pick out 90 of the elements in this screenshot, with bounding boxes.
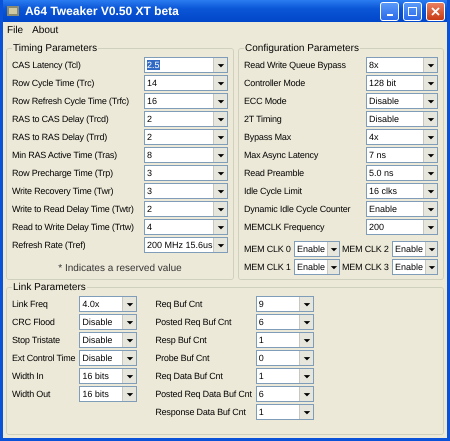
dropdown[interactable]: 1	[256, 404, 314, 420]
field-label: 2T Timing	[244, 114, 282, 124]
field-label: Width Out	[12, 389, 50, 399]
field-label: MEM CLK 0	[244, 244, 291, 254]
maximize-button[interactable]	[403, 2, 422, 20]
dropdown[interactable]: 5.0 ns	[366, 165, 438, 181]
field-label: Ext Control Time	[12, 353, 76, 363]
field-label: CAS Latency (Tcl)	[12, 60, 81, 70]
dropdown[interactable]: 14	[144, 75, 228, 91]
field-label: Posted Req Data Buf Cnt	[155, 389, 252, 399]
field-label: Req Data Buf Cnt	[155, 371, 223, 381]
field-label: Link Freq	[12, 299, 48, 309]
dropdown[interactable]: 16 clks	[366, 183, 438, 199]
field-label: Row Precharge Time (Trp)	[12, 168, 113, 178]
dropdown[interactable]: Disable	[79, 332, 138, 348]
dropdown[interactable]: 3	[144, 183, 228, 199]
menu-item[interactable]: About	[32, 25, 58, 37]
dropdown[interactable]: Disable	[79, 314, 138, 330]
dropdown[interactable]: 2	[144, 201, 228, 217]
dropdown[interactable]: 2	[144, 129, 228, 145]
field-label: RAS to CAS Delay (Trcd)	[12, 114, 109, 124]
dropdown[interactable]: 1	[256, 368, 314, 384]
field-label: MEMCLK Frequency	[244, 222, 324, 232]
dropdown[interactable]: 4x	[366, 129, 438, 145]
dropdown[interactable]: 2.5	[144, 57, 228, 73]
dropdown[interactable]: Enable	[392, 259, 438, 275]
footnote: * Indicates a reserved value	[57, 263, 183, 274]
dropdown[interactable]: Disable	[79, 350, 138, 366]
dropdown[interactable]: 6	[256, 386, 314, 402]
field-label: Row Refresh Cycle Time (Trfc)	[12, 96, 129, 106]
app-icon	[5, 3, 21, 19]
field-label: Width In	[12, 371, 44, 381]
field-label: Read to Write Delay Time (Trtw)	[12, 222, 134, 232]
group-title: Timing Parameters	[12, 43, 98, 54]
field-label: Row Cycle Time (Trc)	[12, 78, 94, 88]
dropdown[interactable]: 6	[256, 314, 314, 330]
group-title: Configuration Parameters	[244, 43, 360, 54]
maximize-icon	[408, 6, 417, 16]
field-label: Read Write Queue Bypass	[244, 60, 346, 70]
field-label: Req Buf Cnt	[155, 299, 202, 309]
dropdown[interactable]: 8x	[366, 57, 438, 73]
close-button[interactable]	[426, 2, 445, 20]
dropdown[interactable]: 4	[144, 219, 228, 235]
field-label: Idle Cycle Limit	[244, 186, 302, 196]
minimize-button[interactable]	[380, 2, 399, 20]
dropdown[interactable]: Enable	[294, 241, 340, 257]
field-label: Posted Req Buf Cnt	[155, 317, 232, 327]
dropdown[interactable]: 2	[144, 111, 228, 127]
dropdown[interactable]: Disable	[366, 93, 438, 109]
field-label: Resp Buf Cnt	[155, 335, 206, 345]
field-label: Refresh Rate (Tref)	[12, 240, 86, 250]
field-label: Response Data Buf Cnt	[155, 407, 246, 417]
field-label: Dynamic Idle Cycle Counter	[244, 204, 350, 214]
close-icon	[431, 6, 440, 16]
field-label: Read Preamble	[244, 168, 304, 178]
dropdown[interactable]: 0	[256, 350, 314, 366]
field-label: ECC Mode	[244, 96, 286, 106]
dropdown[interactable]: 3	[144, 165, 228, 181]
dropdown[interactable]: 7 ns	[366, 147, 438, 163]
dropdown[interactable]: 16 bits	[79, 368, 138, 384]
dropdown[interactable]: Enable	[392, 241, 438, 257]
window-title: A64 Tweaker V0.50 XT beta	[25, 4, 180, 18]
dropdown[interactable]: 8	[144, 147, 228, 163]
field-label: MEM CLK 3	[342, 262, 389, 272]
dropdown[interactable]: 200	[366, 219, 438, 235]
field-label: Min RAS Active Time (Tras)	[12, 150, 117, 160]
group-title: Link Parameters	[12, 282, 87, 293]
field-label: MEM CLK 1	[244, 262, 291, 272]
minimize-icon	[386, 14, 392, 16]
field-label: CRC Flood	[12, 317, 55, 327]
field-label: Write to Read Delay Time (Twtr)	[12, 204, 134, 214]
dropdown[interactable]: 1	[256, 332, 314, 348]
field-label: Bypass Max	[244, 132, 292, 142]
field-label: RAS to RAS Delay (Trrd)	[12, 132, 108, 142]
dropdown[interactable]: 9	[256, 296, 314, 312]
field-label: Controller Mode	[244, 78, 306, 88]
dropdown[interactable]: 4.0x	[79, 296, 138, 312]
dropdown[interactable]: Disable	[366, 111, 438, 127]
dropdown[interactable]: Enable	[294, 259, 340, 275]
field-label: MEM CLK 2	[342, 244, 389, 254]
field-label: Probe Buf Cnt	[155, 353, 210, 363]
dropdown[interactable]: Enable	[366, 201, 438, 217]
field-label: Max Async Latency	[244, 150, 318, 160]
field-label: Write Recovery Time (Twr)	[12, 186, 114, 196]
dropdown[interactable]: 200 MHz 15.6us	[144, 237, 228, 253]
dropdown[interactable]: 16	[144, 93, 228, 109]
dropdown[interactable]: 128 bit	[366, 75, 438, 91]
field-label: Stop Tristate	[12, 335, 60, 345]
dropdown[interactable]: 16 bits	[79, 386, 138, 402]
menu-item[interactable]: File	[7, 25, 24, 37]
